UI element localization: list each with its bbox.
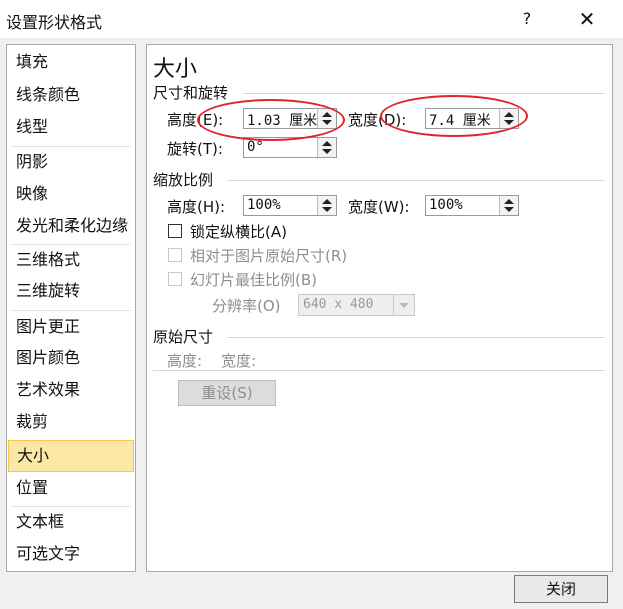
relative-original-size-checkbox[interactable] bbox=[168, 248, 182, 262]
spin-down-icon[interactable] bbox=[504, 207, 514, 212]
panel-heading: 大小 bbox=[153, 57, 198, 82]
dialog-title: 设置形状格式 bbox=[6, 13, 103, 32]
spin-up-icon[interactable] bbox=[504, 199, 514, 204]
annotation-oval-height bbox=[197, 99, 345, 141]
sidebar-item-line-style[interactable]: 线型 bbox=[8, 112, 134, 142]
rotation-spin-arrows[interactable] bbox=[317, 138, 336, 157]
help-button[interactable]: ? bbox=[515, 7, 539, 31]
scale-width-spinner[interactable]: 100% bbox=[425, 195, 519, 216]
sidebar-item-text-box[interactable]: 文本框 bbox=[8, 507, 134, 537]
rotation-label: 旋转(T): bbox=[167, 140, 223, 158]
resolution-value: 640 x 480 bbox=[303, 297, 374, 312]
section-title-size-rotation: 尺寸和旋转 bbox=[153, 84, 229, 102]
original-width-label: 宽度: bbox=[221, 352, 257, 370]
sidebar-item-picture-corrections[interactable]: 图片更正 bbox=[8, 312, 134, 342]
resolution-label: 分辨率(O) bbox=[212, 297, 281, 315]
sidebar-item-3d-format[interactable]: 三维格式 bbox=[8, 245, 134, 275]
close-window-button[interactable]: ✕ bbox=[573, 5, 601, 33]
section-divider bbox=[153, 370, 605, 371]
section-divider bbox=[243, 93, 605, 94]
spin-up-icon[interactable] bbox=[322, 141, 332, 146]
close-button[interactable]: 关闭 bbox=[514, 575, 608, 603]
sidebar-item-crop[interactable]: 裁剪 bbox=[8, 407, 134, 437]
category-list: 填充 线条颜色 线型 阴影 映像 发光和柔化边缘 三维格式 三维旋转 图片更正 … bbox=[6, 44, 136, 572]
spin-up-icon[interactable] bbox=[322, 199, 332, 204]
scale-height-label: 高度(H): bbox=[167, 198, 226, 216]
sidebar-item-fill[interactable]: 填充 bbox=[8, 47, 134, 77]
section-divider bbox=[227, 337, 605, 338]
relative-original-size-label: 相对于图片原始尺寸(R) bbox=[190, 247, 348, 265]
lock-aspect-ratio-label[interactable]: 锁定纵横比(A) bbox=[190, 221, 287, 242]
sidebar-item-3d-rotation[interactable]: 三维旋转 bbox=[8, 276, 134, 306]
sidebar-item-artistic-effects[interactable]: 艺术效果 bbox=[8, 375, 134, 405]
scale-width-value[interactable]: 100% bbox=[429, 197, 463, 213]
spin-down-icon[interactable] bbox=[322, 207, 332, 212]
sidebar-item-shadow[interactable]: 阴影 bbox=[8, 147, 134, 177]
spin-down-icon[interactable] bbox=[322, 149, 332, 154]
sidebar-item-size[interactable]: 大小 bbox=[8, 440, 134, 472]
reset-button[interactable]: 重设(S) bbox=[178, 380, 276, 406]
section-title-scale: 缩放比例 bbox=[153, 171, 214, 189]
annotation-oval-width bbox=[380, 95, 528, 137]
resolution-select[interactable]: 640 x 480 bbox=[298, 294, 415, 316]
section-title-original-size: 原始尺寸 bbox=[153, 328, 214, 346]
sidebar-item-glow-soft-edges[interactable]: 发光和柔化边缘 bbox=[8, 211, 134, 241]
sidebar-item-reflection[interactable]: 映像 bbox=[8, 179, 134, 209]
sidebar-item-line-color[interactable]: 线条颜色 bbox=[8, 80, 134, 110]
scale-width-spin-arrows[interactable] bbox=[499, 196, 518, 215]
best-scale-slideshow-label: 幻灯片最佳比例(B) bbox=[190, 271, 317, 289]
scale-height-value[interactable]: 100% bbox=[247, 197, 281, 213]
sidebar-item-alt-text[interactable]: 可选文字 bbox=[8, 539, 134, 569]
divider bbox=[11, 310, 131, 311]
section-divider bbox=[227, 180, 605, 181]
title-bar: 设置形状格式 ? ✕ bbox=[0, 0, 623, 38]
sidebar-item-picture-color[interactable]: 图片颜色 bbox=[8, 343, 134, 373]
original-height-label: 高度: bbox=[167, 352, 203, 370]
rotation-value[interactable]: 0° bbox=[247, 139, 264, 155]
sidebar-item-position[interactable]: 位置 bbox=[8, 473, 134, 503]
chevron-down-icon[interactable] bbox=[393, 295, 414, 315]
scale-width-label: 宽度(W): bbox=[348, 198, 410, 216]
scale-height-spinner[interactable]: 100% bbox=[243, 195, 337, 216]
best-scale-slideshow-checkbox[interactable] bbox=[168, 272, 182, 286]
lock-aspect-ratio-checkbox[interactable] bbox=[168, 224, 182, 238]
scale-height-spin-arrows[interactable] bbox=[317, 196, 336, 215]
